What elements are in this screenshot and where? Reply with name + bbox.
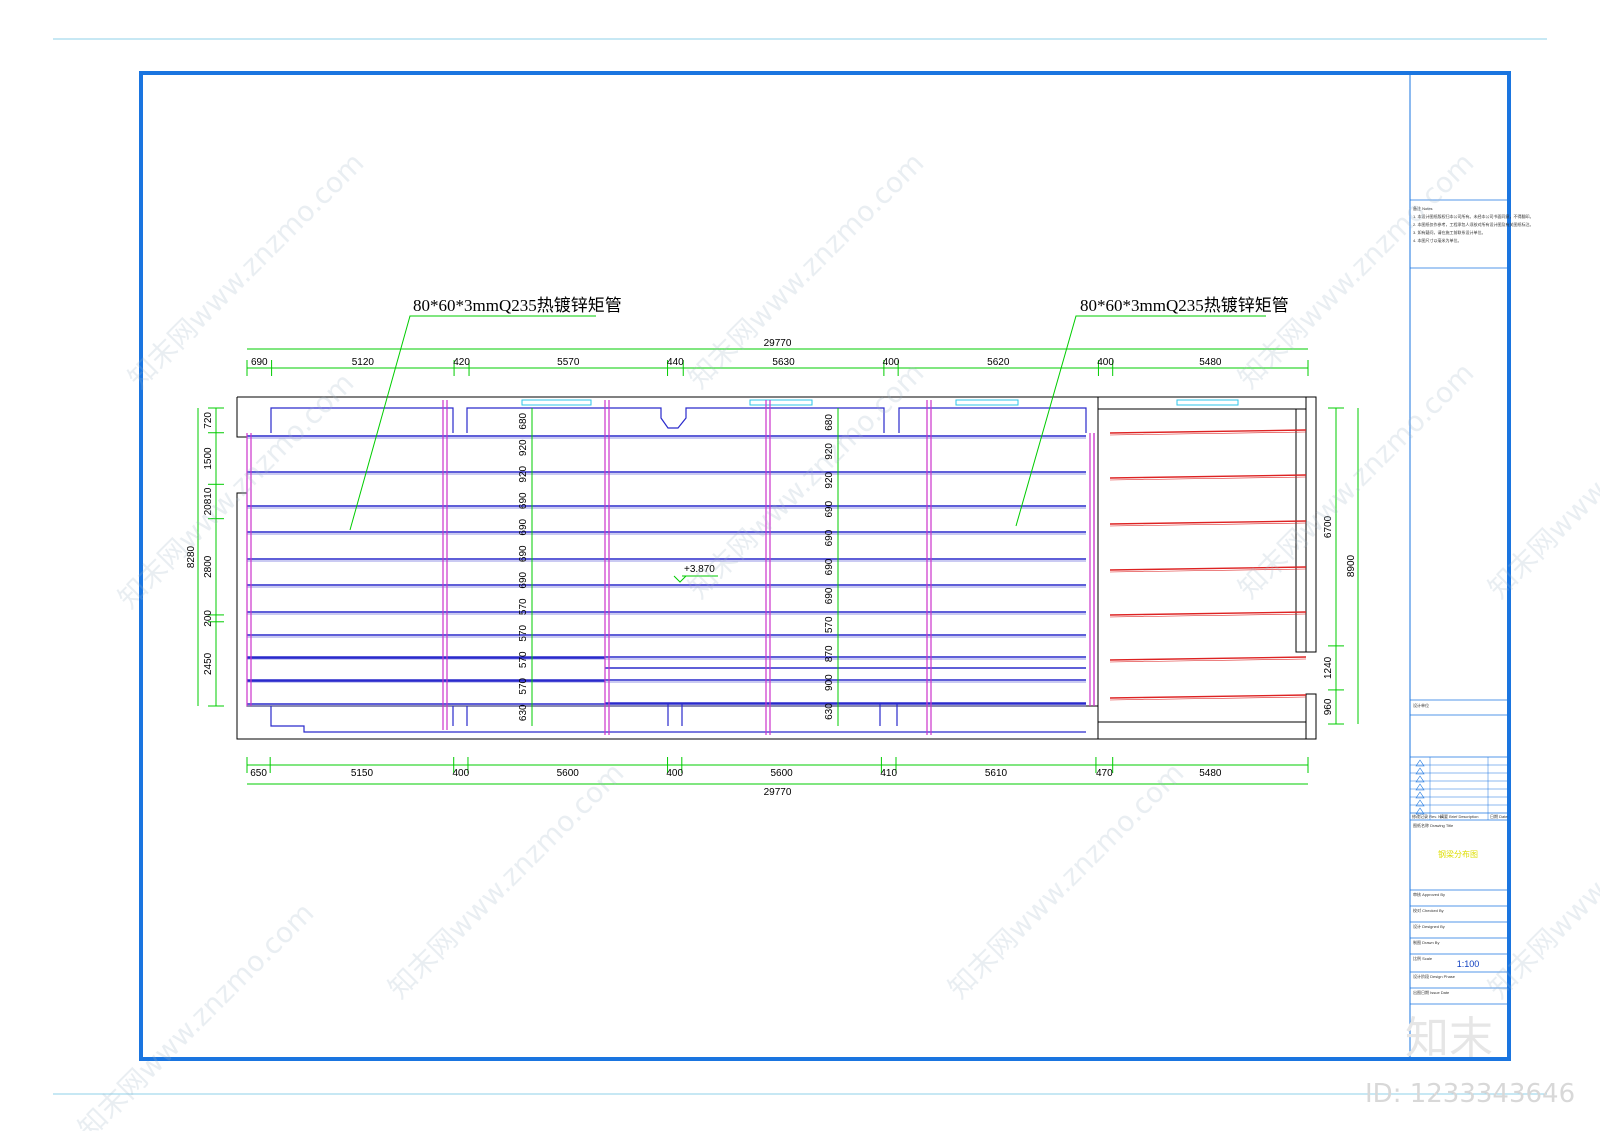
notes-line-4: 4. 本图尺寸以毫米为单位。 (1413, 237, 1461, 243)
top-dims-seg-9: 400 (1097, 357, 1114, 368)
watermark-text-1: 知末网www.znzmo.com (122, 146, 371, 395)
spacing-col-1-label-12: 630 (518, 704, 529, 721)
window-2 (749, 399, 813, 406)
spacing-col-1-label-3: 920 (518, 465, 529, 482)
watermark-text-10: 知末网www.znzmo.com (1482, 756, 1600, 1005)
top-dims-seg-6: 5630 (772, 357, 795, 368)
top-dims-seg-1: 690 (251, 357, 268, 368)
left-dims-seg-1: 720 (203, 412, 214, 429)
spacing-col-2-label-8: 570 (824, 616, 835, 633)
top-dims-seg-4: 5570 (557, 357, 580, 368)
spacing-col-2-label-10: 900 (824, 674, 835, 691)
phase-label: 设计阶段 Design Phase (1413, 973, 1456, 979)
right-dims-total-label: 8900 (1346, 554, 1357, 577)
watermark-layer: 知末网www.znzmo.com 知末网www.znzmo.com 知末网www.z… (72, 146, 1600, 1131)
spacing-col-1-label-5: 690 (518, 518, 529, 535)
window-4 (1176, 399, 1239, 406)
callout-left: 80*60*3mmQ235热镀锌矩管 (349, 296, 622, 531)
bottom-band (270, 704, 1086, 733)
watermark-text-5: 知末网www.znzmo.com (1482, 356, 1600, 605)
watermark-logo: 知末 (1405, 1013, 1493, 1064)
bottom-dims-seg-1: 650 (250, 768, 267, 779)
top-band (270, 407, 1087, 433)
notes-line-3: 3. 如有疑问，请在施工前联系设计单位。 (1413, 229, 1485, 235)
spacing-col-2-label-5: 690 (824, 529, 835, 546)
bottom-dims-seg-7: 410 (880, 768, 897, 779)
watermark-text-3: 知末网www.znzmo.com (1232, 146, 1481, 395)
designer-label: 设计单位 (1413, 702, 1429, 708)
notes-line-2: 2. 本图纸仅作参考，工程承包人须核对所有设计图及有关图纸标注。 (1413, 221, 1533, 227)
left-dims-seg-4: 2800 (203, 555, 214, 578)
watermark-text-11: 知末网www.znzmo.com (72, 896, 321, 1131)
watermark-text-9: 知末网www.znzmo.com (942, 756, 1191, 1005)
top-dims-total-label: 29770 (764, 338, 792, 349)
spacing-col-2-label-9: 870 (824, 645, 835, 662)
bottom-dims-seg-5: 400 (666, 768, 683, 779)
spacing-col-1-label-4: 690 (518, 492, 529, 509)
bottom-dims-seg-3: 400 (452, 768, 469, 779)
drawing-title-label: 图纸名称 Drawing Title (1413, 822, 1454, 828)
spacing-col-1-label-7: 690 (518, 571, 529, 588)
spacing-col-1-label-6: 690 (518, 545, 529, 562)
left-dims-seg-5: 200 (203, 610, 214, 627)
window-1 (521, 399, 592, 406)
watermark-id: ID: 1233343646 (1365, 1079, 1575, 1109)
top-dims-seg-8: 5620 (987, 357, 1010, 368)
left-dims-seg-2: 1500 (203, 447, 214, 470)
spacing-col-2-label-1: 680 (824, 414, 835, 431)
left-dims-seg-6: 2450 (203, 652, 214, 675)
beam-layout-plan: 680 920 920 690 690 690 690 570 570 570 570 630 680 9… (186, 338, 1359, 798)
designed-label: 设计 Designed By (1413, 923, 1445, 929)
drawn-label: 制图 Drawn By (1413, 939, 1439, 945)
issue-date-label: 出图日期 Issue Date (1413, 989, 1450, 995)
spacing-col-2-label-4: 690 (824, 500, 835, 517)
right-dims-seg-2: 1240 (1323, 656, 1334, 679)
bottom-dims-total-label: 29770 (764, 787, 792, 798)
right-dims-seg-3: 960 (1323, 698, 1334, 715)
drawing-sheet: 备注 Notes 1. 本设计图纸版权归本公司所有。未经本公司书面同意，不得翻印… (53, 38, 1600, 1131)
scale-value: 1:100 (1457, 959, 1480, 969)
bottom-dims-seg-9: 470 (1096, 768, 1113, 779)
window-3 (955, 399, 1019, 406)
callout-right: 80*60*3mmQ235热镀锌矩管 (1015, 296, 1289, 527)
bottom-dims-seg-2: 5150 (351, 768, 374, 779)
bottom-dims-seg-4: 5600 (557, 768, 580, 779)
bottom-dims-seg-10: 5480 (1199, 768, 1222, 779)
top-dims-seg-5: 440 (667, 357, 684, 368)
watermark-text-6: 知末网www.znzmo.com (682, 356, 931, 605)
watermark-text-4: 知末网www.znzmo.com (112, 366, 361, 615)
spacing-col-2-label-11: 630 (824, 703, 835, 720)
spacing-col-1-label-11: 570 (518, 677, 529, 694)
spacing-col-1-label-1: 680 (518, 412, 529, 429)
top-dims-seg-2: 5120 (352, 357, 375, 368)
callout-left-text: 80*60*3mmQ235热镀锌矩管 (413, 296, 622, 315)
spacing-col-2-label-7: 690 (824, 587, 835, 604)
top-dims-seg-3: 420 (453, 357, 470, 368)
watermark-text-8: 知末网www.znzmo.com (382, 756, 631, 1005)
scale-label: 比例 Scale (1413, 955, 1433, 961)
drawing-title: 钢梁分布图 (1438, 849, 1478, 859)
approved-label: 审核 Approved By (1413, 891, 1445, 897)
spacing-col-1-label-2: 920 (518, 439, 529, 456)
revision-table: 修改记录 Rev. No. 摘要 Brief Description 日期 Da… (1410, 757, 1508, 820)
wall-outline (236, 397, 1317, 740)
rev-header-desc: 摘要 Brief Description (1440, 813, 1478, 819)
spacing-col-1-label-9: 570 (518, 624, 529, 641)
spacing-col-1-label-10: 570 (518, 651, 529, 668)
spacing-col-2-label-6: 690 (824, 558, 835, 575)
spacing-col-1-label-8: 570 (518, 598, 529, 615)
bottom-dims-seg-8: 5610 (985, 768, 1008, 779)
rev-header-date: 日期 Date (1490, 813, 1508, 819)
checked-label: 校对 Checked By (1413, 907, 1444, 913)
bottom-dims-seg-6: 5600 (770, 768, 793, 779)
callout-right-text: 80*60*3mmQ235热镀锌矩管 (1080, 296, 1289, 315)
top-dims-seg-10: 5480 (1199, 357, 1222, 368)
